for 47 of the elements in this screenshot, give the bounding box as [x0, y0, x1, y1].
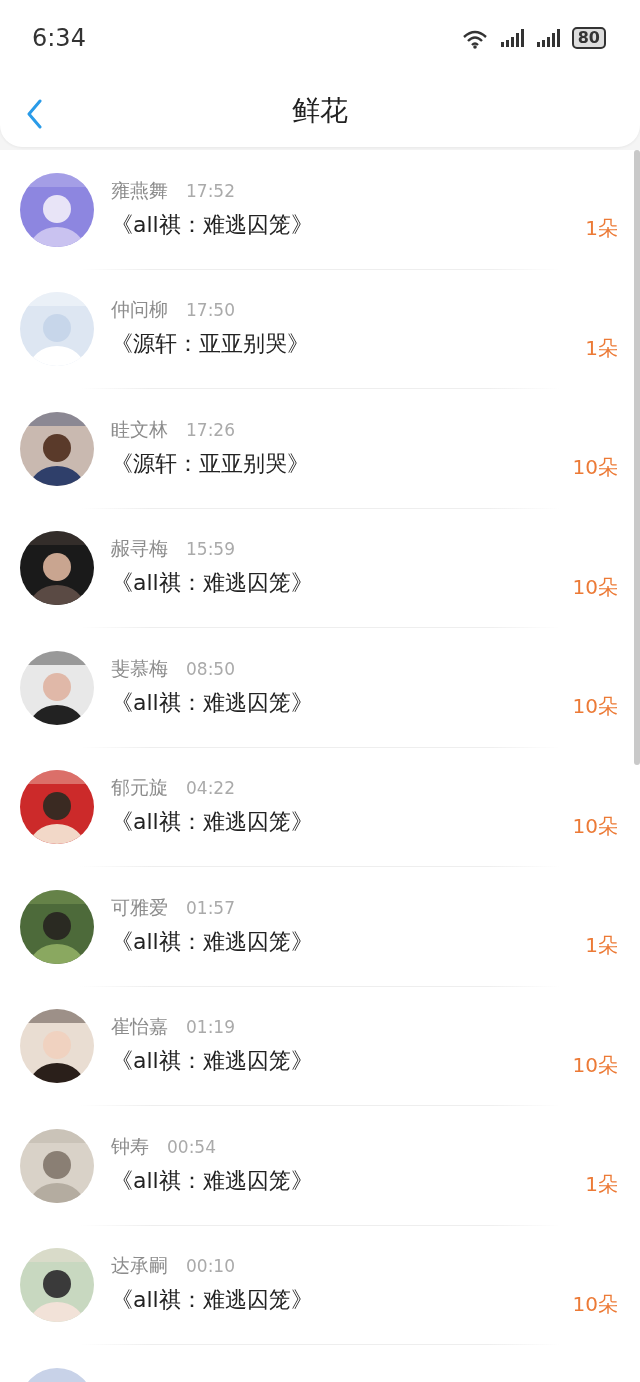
user-name: 眭文林 [111, 416, 168, 442]
user-name: 仲问柳 [111, 297, 168, 323]
page-title: 鲜花 [292, 93, 348, 129]
timestamp: 08:50 [186, 658, 235, 679]
book-title: 《all祺：难逃囚笼》 [111, 688, 314, 717]
user-name: 斐慕梅 [111, 655, 168, 681]
timestamp: 17:26 [186, 419, 235, 440]
book-title: 《all祺：难逃囚笼》 [111, 927, 314, 956]
flower-count: 1朵 [585, 1171, 618, 1199]
flower-count: 10朵 [572, 1290, 618, 1318]
flower-count: 10朵 [572, 693, 618, 721]
book-title: 《all祺：难逃囚笼》 [111, 1166, 314, 1195]
timestamp: 01:19 [186, 1017, 235, 1038]
scrollbar[interactable] [634, 150, 640, 765]
flower-count: 10朵 [572, 1051, 618, 1079]
timestamp: 01:57 [186, 897, 235, 918]
book-title: 《源轩：亚亚别哭》 [111, 449, 310, 478]
timestamp: 17:52 [186, 180, 235, 201]
timestamp: 00:54 [167, 1136, 216, 1157]
user-name: 可雅爱 [111, 894, 168, 920]
flower-count: 1朵 [585, 215, 618, 243]
book-title: 《all祺：难逃囚笼》 [111, 569, 314, 598]
user-name: 雍燕舞 [111, 177, 168, 203]
timestamp: 04:22 [186, 778, 235, 799]
user-name: 赧寻梅 [111, 536, 168, 562]
timestamp: 00:10 [186, 1256, 235, 1277]
flower-count: 10朵 [572, 454, 618, 482]
book-title: 《all祺：难逃囚笼》 [111, 808, 314, 837]
book-title: 《源轩：亚亚别哭》 [111, 330, 310, 359]
user-name: 钟寿 [111, 1133, 149, 1159]
flower-count: 10朵 [572, 573, 618, 601]
book-title: 《all祺：难逃囚笼》 [111, 210, 314, 239]
flower-count: 10朵 [572, 812, 618, 840]
user-name: 崔怡嘉 [111, 1014, 168, 1040]
book-title: 《all祺：难逃囚笼》 [111, 1047, 314, 1076]
battery-indicator: 80 [571, 26, 606, 49]
flower-count: 1朵 [585, 334, 618, 362]
flower-count: 1朵 [585, 932, 618, 960]
timestamp: 15:59 [186, 539, 235, 560]
timestamp: 17:50 [186, 300, 235, 321]
back-icon[interactable] [26, 99, 42, 129]
signal-icon [535, 27, 562, 48]
user-name: 达承嗣 [111, 1253, 168, 1279]
signal-icon [499, 27, 526, 48]
user-name: 郁元旋 [111, 775, 168, 801]
status-time: 6:34 [32, 23, 86, 52]
book-title: 《all祺：难逃囚笼》 [111, 1286, 314, 1315]
